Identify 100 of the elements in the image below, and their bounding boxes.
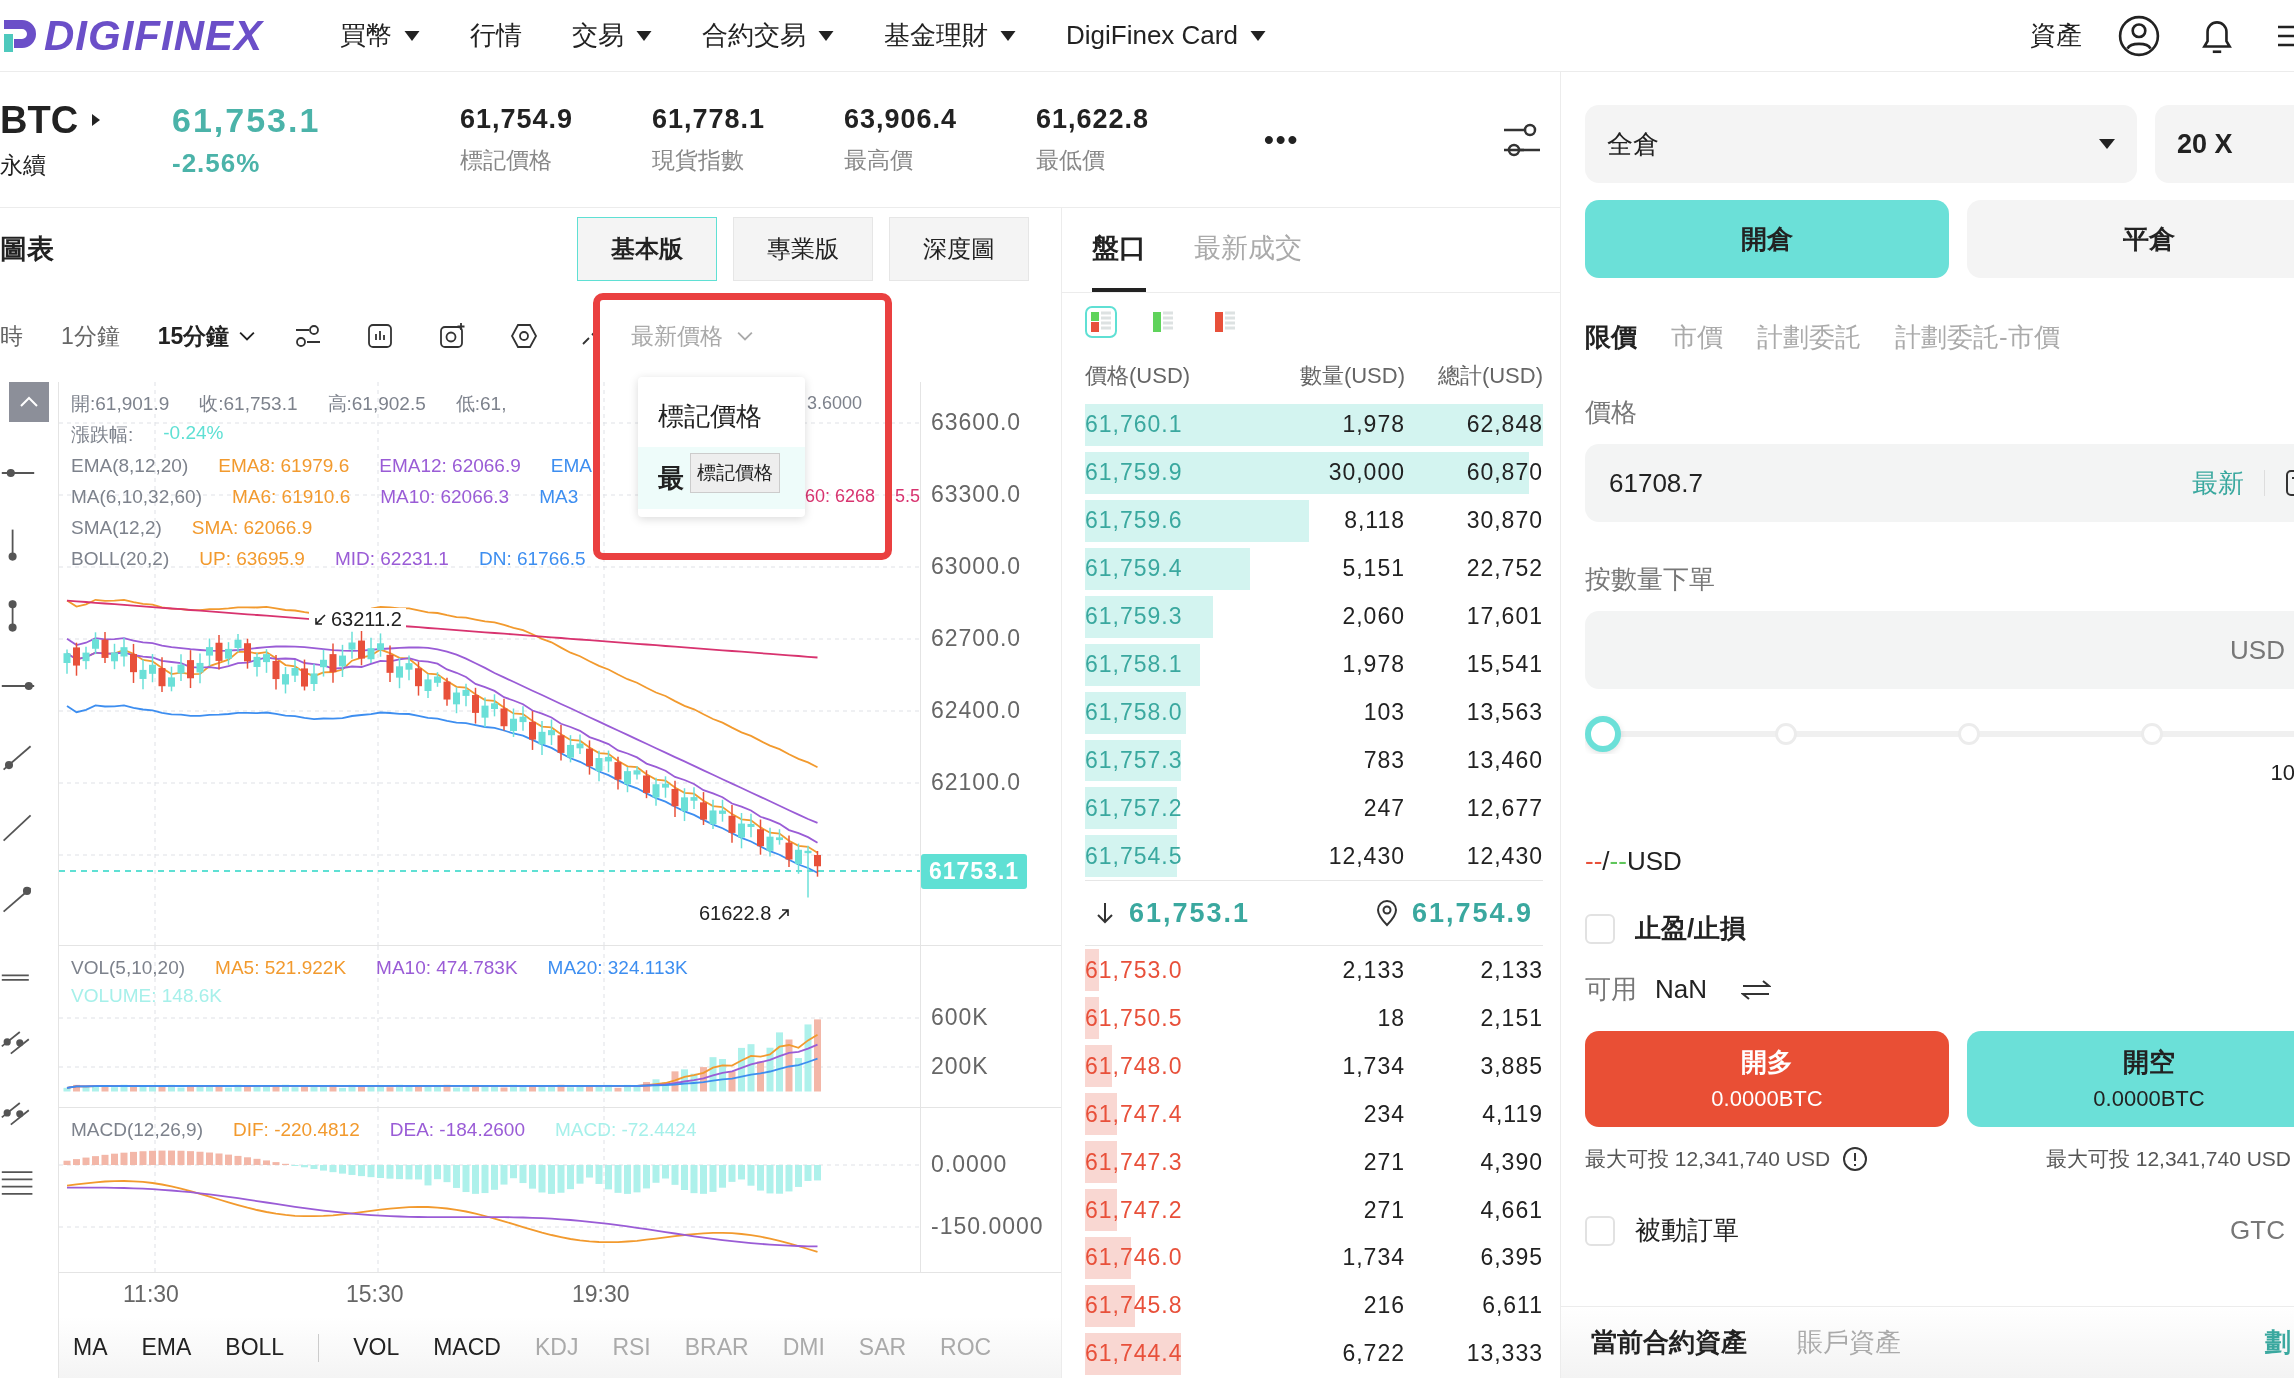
field-label: 價格 <box>1585 396 1638 429</box>
view-tab[interactable]: 深度圖 <box>889 217 1029 282</box>
transfer-link[interactable]: 劃 <box>2265 1325 2291 1360</box>
stat-label: 最低價 <box>1036 145 1106 175</box>
book-tab[interactable]: 最新成交 <box>1194 208 1302 292</box>
ask-price[interactable]: 61,759.3 <box>1085 603 1235 631</box>
legend-label: DIF: -220.4812 <box>233 1119 360 1141</box>
legend-label: 開:61,901.9 <box>71 391 170 416</box>
book-tab[interactable]: 盤口 <box>1092 208 1146 292</box>
total-cell-text: 3,885 <box>1479 1052 1543 1080</box>
price-source-dropdown[interactable]: 最新價格 <box>631 320 754 352</box>
interval-tab[interactable]: 1分鐘 <box>61 320 120 352</box>
total-cell-text: 60,870 <box>1465 459 1543 487</box>
amount-cell-text: 1,978 <box>1341 651 1405 679</box>
stat-label: 最高價 <box>844 145 914 175</box>
interval-tab[interactable]: 15分鐘 <box>157 320 256 352</box>
ask-price[interactable]: 61,758.0 <box>1085 699 1235 726</box>
indicator-tab[interactable]: BOLL <box>225 1334 285 1361</box>
quantity-input[interactable]: USD <box>1585 611 2294 689</box>
max-amount: 最大可投 12,341,740 USD <box>1585 1146 1831 1172</box>
order-type-tab[interactable]: 限價 <box>1585 320 1637 355</box>
asset-tab[interactable]: 當前合約資產 <box>1591 1325 1747 1360</box>
symbol-name[interactable]: BTC <box>0 98 79 142</box>
ask-price[interactable]: 61,757.2 <box>1085 794 1235 822</box>
amount-cell-text: 271 <box>1362 1196 1405 1224</box>
view-tab[interactable]: 專業版 <box>733 217 873 282</box>
total-cell-text: 22,752 <box>1465 555 1543 583</box>
nav-link[interactable]: 交易 <box>572 18 652 53</box>
ask-price[interactable]: 61,757.3 <box>1085 746 1235 774</box>
indicator-tab[interactable]: MA <box>73 1334 108 1361</box>
indicator-tab[interactable]: EMA <box>141 1334 192 1361</box>
amount-cell-text: 12,430 <box>1327 842 1405 870</box>
ask-price[interactable]: 61,758.1 <box>1085 651 1235 679</box>
available-value: NaN <box>1655 974 1707 1005</box>
ask-price[interactable]: 61,759.6 <box>1085 507 1235 535</box>
bid-price[interactable]: 61,750.5 <box>1085 1004 1235 1032</box>
chart-title: 圖表 <box>0 233 54 267</box>
ask-price[interactable]: 61,759.9 <box>1085 459 1235 487</box>
legend-label: MA20: 324.113K <box>547 957 688 979</box>
nav-link[interactable]: 基金理財 <box>884 18 1016 53</box>
interval-tab[interactable]: 時 <box>0 320 23 352</box>
nav-link[interactable]: 買幣 <box>340 18 420 53</box>
menu-item[interactable]: 標記價格 <box>638 385 805 447</box>
time-in-force[interactable]: GTC <box>2230 1215 2285 1246</box>
open-short-button[interactable]: 開空 0.0000BTC <box>1967 1031 2294 1127</box>
legend-label: -0.24% <box>163 421 224 445</box>
bid-price[interactable]: 61,746.0 <box>1085 1244 1235 1272</box>
legend-label: 低:61, <box>455 391 507 416</box>
more-button[interactable]: ••• <box>1264 123 1300 156</box>
order-type-tab[interactable]: 市價 <box>1671 320 1723 355</box>
axis-label: 63000.0 <box>931 553 1022 580</box>
bid-price[interactable]: 61,748.0 <box>1085 1052 1235 1080</box>
position-tab[interactable]: 平倉 <box>1967 200 2294 278</box>
asset-tab[interactable]: 賬戶資產 <box>1797 1325 1901 1360</box>
amount-cell-text: 247 <box>1362 794 1405 822</box>
ask-price[interactable]: 61,759.4 <box>1085 555 1235 583</box>
logo-text[interactable]: DIGIFINEX <box>44 11 264 60</box>
leverage-button[interactable]: 20 X <box>2155 105 2294 183</box>
amount-cell-text: 103 <box>1362 699 1405 726</box>
total-cell-text: 13,333 <box>1465 1340 1543 1368</box>
legend-label: EMA8: 61979.6 <box>218 454 350 477</box>
indicator-tab[interactable]: MACD <box>433 1334 501 1361</box>
total-cell-text: 13,460 <box>1465 746 1543 774</box>
ask-price[interactable]: 61,754.5 <box>1085 842 1235 870</box>
bid-price[interactable]: 61,747.3 <box>1085 1148 1235 1176</box>
bid-price[interactable]: 61,747.4 <box>1085 1100 1235 1128</box>
bid-price[interactable]: 61,753.0 <box>1085 956 1235 984</box>
indicator-tab[interactable]: DMI <box>782 1334 825 1361</box>
legend-label: EMA(8,12,20) <box>71 454 189 477</box>
axis-label: 63600.0 <box>931 409 1022 436</box>
nav-link[interactable]: 行情 <box>470 18 522 53</box>
max-amount: 最大可投 12,341,740 USD <box>2045 1146 2291 1172</box>
indicator-tab[interactable]: SAR <box>858 1334 907 1361</box>
indicator-tab[interactable]: KDJ <box>534 1334 579 1361</box>
indicator-tab[interactable]: VOL <box>353 1334 400 1361</box>
position-tab[interactable]: 開倉 <box>1585 200 1949 278</box>
indicator-tab[interactable]: BRAR <box>684 1334 749 1361</box>
assets-link[interactable]: 資產 <box>2030 18 2082 53</box>
order-type-tab[interactable]: 計劃委託-市價 <box>1895 320 2060 355</box>
nav-link[interactable]: 合約交易 <box>702 18 834 53</box>
indicator-tab[interactable]: RSI <box>612 1334 651 1361</box>
legend-label: MID: 62231.1 <box>334 547 449 570</box>
bid-price[interactable]: 61,745.8 <box>1085 1292 1235 1320</box>
legend-label: EMA <box>550 454 592 477</box>
bid-price[interactable]: 61,744.4 <box>1085 1340 1235 1368</box>
open-long-button[interactable]: 開多 0.0000BTC <box>1585 1031 1949 1127</box>
legend-label: MA10: 62066.3 <box>380 485 510 508</box>
view-tab[interactable]: 基本版 <box>577 217 717 282</box>
stat-value: 61,754.9 <box>460 103 575 135</box>
indicator-tab[interactable]: ROC <box>940 1334 992 1361</box>
price-input[interactable]: 61708.7 最新 <box>1585 444 2294 522</box>
ask-price[interactable]: 61,760.1 <box>1085 411 1235 439</box>
nav-link[interactable]: DigiFinex Card <box>1066 18 1266 53</box>
time-label: 19:30 <box>572 1281 630 1308</box>
latest-price-link[interactable]: 最新 <box>2192 465 2244 501</box>
stat-value: 63,906.4 <box>844 103 959 135</box>
bid-price[interactable]: 61,747.2 <box>1085 1196 1235 1224</box>
order-type-tab[interactable]: 計劃委託 <box>1757 320 1861 355</box>
legend-label: MA10: 474.783K <box>376 957 518 979</box>
margin-mode-select[interactable]: 全倉 <box>1585 105 2137 183</box>
